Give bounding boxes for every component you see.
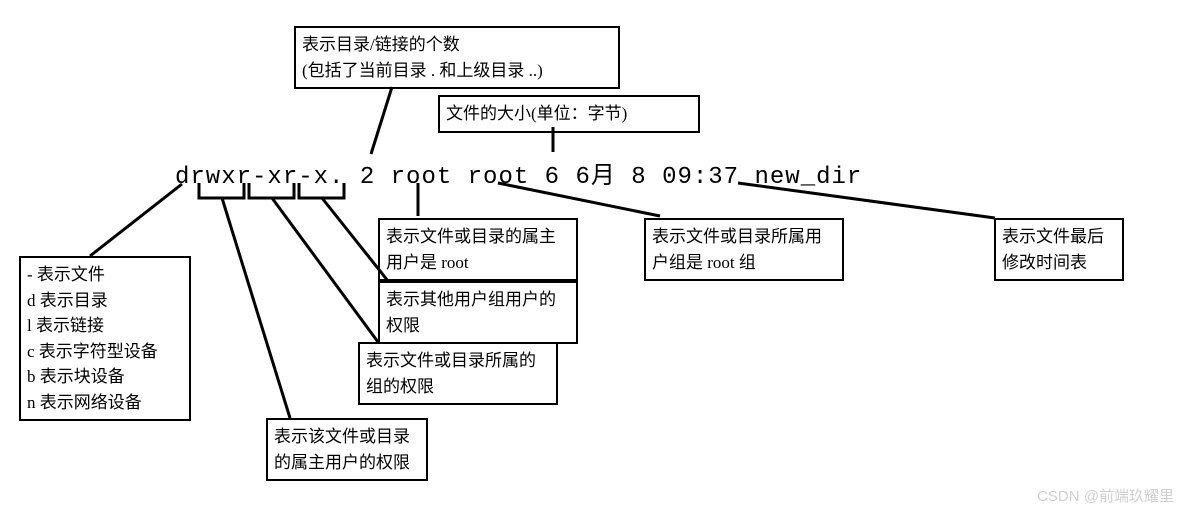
- filetype-netdev: n 表示网络设备: [27, 390, 183, 416]
- box-mtime-l1: 表示文件最后: [1002, 224, 1116, 250]
- filetype-blockdev: b 表示块设备: [27, 364, 183, 390]
- box-owner-user-l1: 表示文件或目录的属主: [386, 224, 570, 250]
- box-link-count-l2: (包括了当前目录 . 和上级目录 ..): [302, 58, 612, 84]
- filetype-chardev: c 表示字符型设备: [27, 339, 183, 365]
- box-owner-perm-l2: 的属主用户的权限: [274, 450, 420, 476]
- box-filetypes: - 表示文件 d 表示目录 l 表示链接 c 表示字符型设备 b 表示块设备 n…: [19, 256, 191, 421]
- box-link-count-l1: 表示目录/链接的个数: [302, 32, 612, 58]
- box-mtime: 表示文件最后 修改时间表: [994, 218, 1124, 281]
- box-owner-group: 表示文件或目录所属用 户组是 root 组: [644, 218, 844, 281]
- watermark: CSDN @前端玖耀里: [1037, 485, 1174, 506]
- box-owner-user: 表示文件或目录的属主 用户是 root: [378, 218, 578, 281]
- box-other-perm: 表示其他用户组用户的 权限: [378, 281, 578, 344]
- box-group-perm-l2: 组的权限: [366, 374, 550, 400]
- filetype-link: l 表示链接: [27, 313, 183, 339]
- box-owner-perm-l1: 表示该文件或目录: [274, 424, 420, 450]
- box-group-perm: 表示文件或目录所属的 组的权限: [358, 342, 558, 405]
- filetype-dir: d 表示目录: [27, 288, 183, 314]
- ls-output-line: drwxr-xr-x. 2 root root 6 6月 8 09:37 new…: [175, 155, 862, 191]
- filetype-file: - 表示文件: [27, 262, 183, 288]
- box-other-perm-l1: 表示其他用户组用户的: [386, 287, 570, 313]
- box-filesize: 文件的大小(单位：字节): [438, 95, 700, 133]
- box-group-perm-l1: 表示文件或目录所属的: [366, 348, 550, 374]
- box-owner-group-l1: 表示文件或目录所属用: [652, 224, 836, 250]
- box-owner-perm: 表示该文件或目录 的属主用户的权限: [266, 418, 428, 481]
- box-filesize-text: 文件的大小(单位：字节): [446, 104, 627, 123]
- box-other-perm-l2: 权限: [386, 313, 570, 339]
- box-owner-user-l2: 用户是 root: [386, 250, 570, 276]
- box-owner-group-l2: 户组是 root 组: [652, 250, 836, 276]
- box-mtime-l2: 修改时间表: [1002, 250, 1116, 276]
- box-link-count: 表示目录/链接的个数 (包括了当前目录 . 和上级目录 ..): [294, 26, 620, 89]
